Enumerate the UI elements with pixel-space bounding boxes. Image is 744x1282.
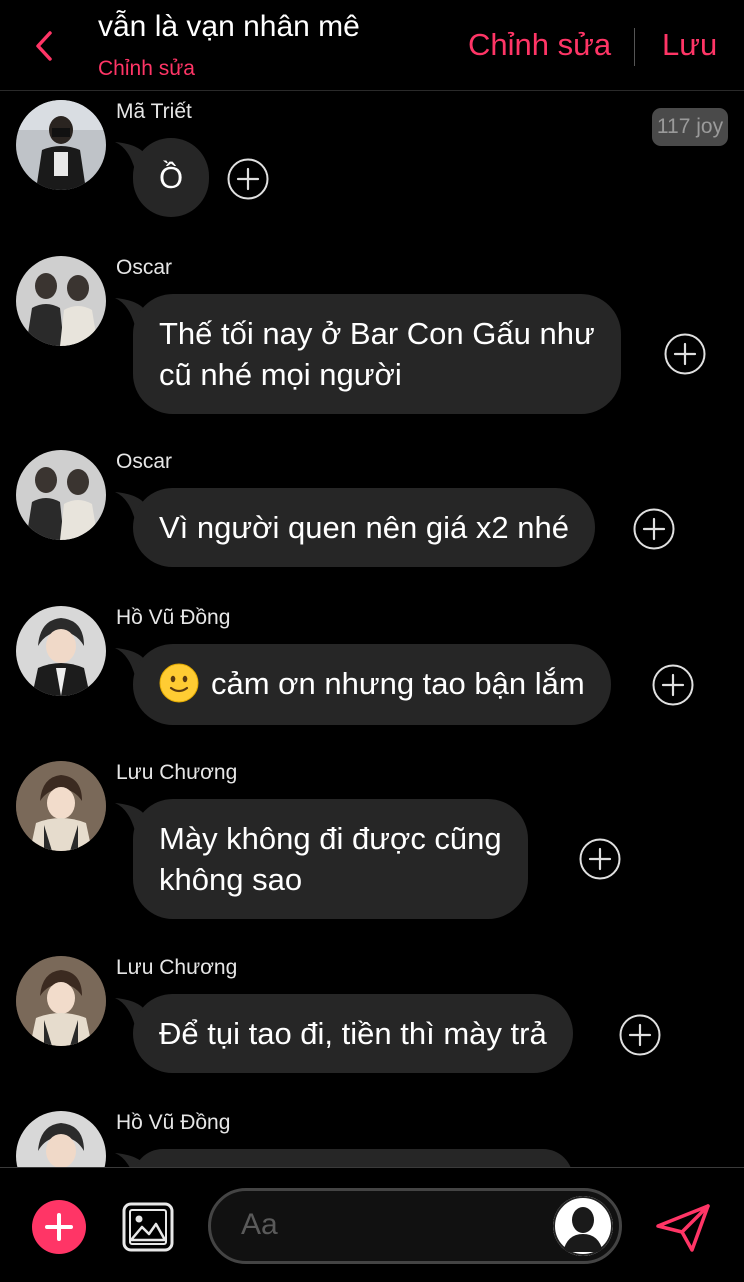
send-icon[interactable]	[654, 1202, 712, 1254]
avatar[interactable]	[16, 606, 106, 696]
message-item: Oscar Thế tối nay ở Bar Con Gấu như cũ n…	[0, 256, 744, 426]
message-bubble[interactable]: Thế tối nay ở Bar Con Gấu như cũ nhé mọi…	[133, 294, 621, 414]
message-bubble[interactable]: cảm ơn nhưng tao bận lắm	[133, 644, 611, 725]
sender-name: Hồ Vũ Đồng	[116, 606, 231, 629]
message-text-line: không sao	[159, 862, 303, 897]
chat-header: vẫn là vạn nhân mê Chỉnh sửa Chỉnh sửa L…	[0, 0, 744, 91]
image-icon[interactable]	[122, 1202, 174, 1252]
persona-avatar-button[interactable]	[553, 1196, 613, 1256]
message-item: Hồ Vũ Đồng	[0, 1111, 744, 1167]
add-reaction-button[interactable]	[664, 333, 706, 375]
chat-subtitle[interactable]: Chỉnh sửa	[98, 57, 195, 81]
message-text: cảm ơn nhưng tao bận lắm	[211, 666, 585, 701]
sender-name: Lưu Chương	[116, 956, 238, 979]
joy-badge: 117 joy	[652, 108, 728, 146]
plus-circle-icon	[227, 158, 269, 200]
chat-title[interactable]: vẫn là vạn nhân mê	[98, 10, 360, 44]
message-text: Ồ	[159, 160, 184, 195]
back-chevron-icon[interactable]	[30, 28, 58, 64]
input-placeholder: Aa	[241, 1208, 278, 1241]
message-bubble[interactable]: Để tụi tao đi, tiền thì mày trả	[133, 994, 573, 1073]
edit-button[interactable]: Chỉnh sửa	[468, 27, 611, 63]
add-reaction-button[interactable]	[633, 508, 675, 550]
avatar[interactable]	[16, 1111, 106, 1167]
message-text-line: Mày không đi được cũng	[159, 821, 502, 856]
plus-circle-icon	[579, 838, 621, 880]
message-bubble[interactable]: Ồ	[133, 138, 210, 217]
sender-name: Oscar	[116, 256, 173, 279]
plus-circle-icon	[664, 333, 706, 375]
message-bubble[interactable]: Vì người quen nên giá x2 nhé	[133, 488, 595, 567]
message-item: Oscar Vì người quen nên giá x2 nhé	[0, 450, 744, 580]
message-text-line: Thế tối nay ở Bar Con Gấu như	[159, 316, 595, 351]
slightly-smiling-face-icon	[159, 663, 199, 703]
message-text-line: cũ nhé mọi người	[159, 357, 402, 392]
sender-name: Hồ Vũ Đồng	[116, 1111, 231, 1134]
plus-circle-icon	[633, 508, 675, 550]
message-bubble[interactable]: Mày không đi được cũng không sao	[133, 799, 528, 919]
add-reaction-button[interactable]	[619, 1014, 661, 1056]
add-reaction-button[interactable]	[227, 158, 269, 200]
message-bubble[interactable]	[133, 1149, 573, 1167]
message-item: Mã Triết 117 joy Ồ	[0, 100, 744, 230]
message-input[interactable]: Aa	[208, 1188, 622, 1264]
avatar[interactable]	[16, 256, 106, 346]
header-divider	[634, 28, 635, 66]
message-text: Để tụi tao đi, tiền thì mày trả	[159, 1016, 547, 1051]
message-item: Lưu Chương Để tụi tao đi, tiền thì mày t…	[0, 956, 744, 1086]
sender-name: Mã Triết	[116, 100, 192, 123]
save-button[interactable]: Lưu	[662, 27, 717, 63]
message-text: Vì người quen nên giá x2 nhé	[159, 510, 569, 545]
plus-circle-icon	[619, 1014, 661, 1056]
avatar[interactable]	[16, 761, 106, 851]
user-silhouette-icon	[553, 1196, 613, 1256]
avatar[interactable]	[16, 450, 106, 540]
add-reaction-button[interactable]	[652, 664, 694, 706]
avatar[interactable]	[16, 100, 106, 190]
plus-circle-icon	[652, 664, 694, 706]
message-item: Hồ Vũ Đồng cảm ơn nhưng tao bận lắm	[0, 606, 744, 736]
add-button[interactable]	[32, 1200, 86, 1254]
composer-bar: Aa	[0, 1167, 744, 1282]
sender-name: Oscar	[116, 450, 173, 473]
message-item: Lưu Chương Mày không đi được cũng không …	[0, 761, 744, 931]
avatar[interactable]	[16, 956, 106, 1046]
add-reaction-button[interactable]	[579, 838, 621, 880]
sender-name: Lưu Chương	[116, 761, 238, 784]
plus-icon	[45, 1213, 73, 1241]
